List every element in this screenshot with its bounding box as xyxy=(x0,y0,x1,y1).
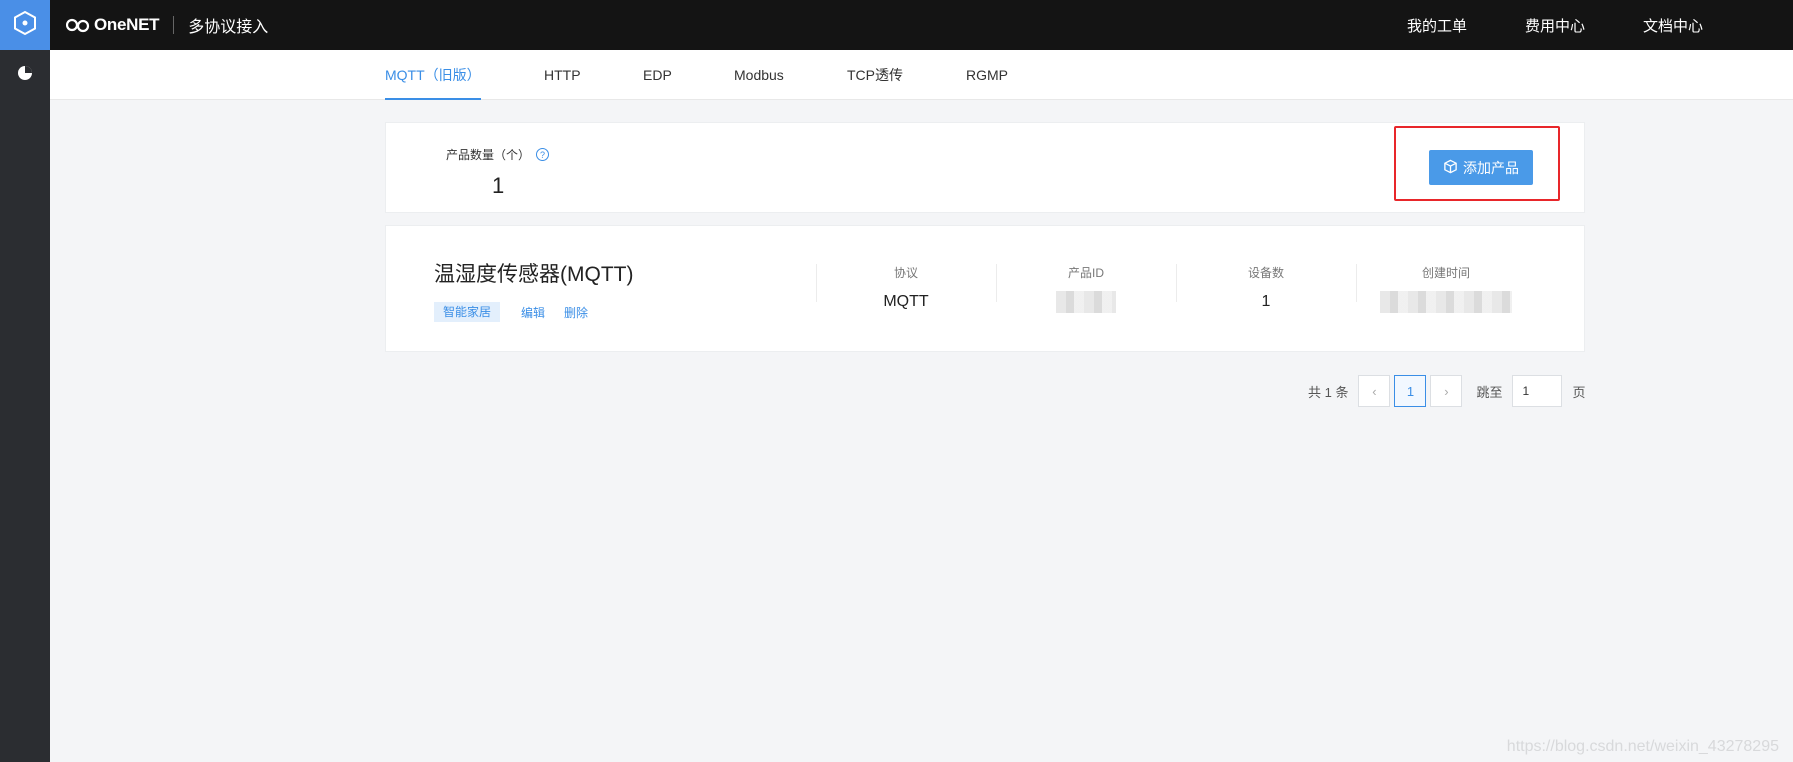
top-nav-tickets[interactable]: 我的工单 xyxy=(1407,15,1467,36)
total-count: 共 1 条 xyxy=(1308,384,1349,400)
top-nav-docs[interactable]: 文档中心 xyxy=(1643,15,1703,36)
question-icon[interactable]: ? xyxy=(536,148,550,161)
prev-page-button[interactable]: ‹ xyxy=(1358,375,1391,407)
delete-link[interactable]: 删除 xyxy=(564,304,588,321)
product-id-column: 产品ID xyxy=(996,264,1176,313)
rail-logo[interactable] xyxy=(0,0,50,50)
tab-edp[interactable]: EDP xyxy=(643,50,672,100)
product-count: 1 xyxy=(492,173,505,198)
device-count-value: 1 xyxy=(1261,293,1271,310)
device-count-column: 设备数 1 xyxy=(1176,264,1356,310)
watermark: https://blog.csdn.net/weixin_43278295 xyxy=(1506,738,1779,755)
product-count-label: 产品数量（个） xyxy=(446,148,531,162)
product-id-value-redacted xyxy=(996,281,1176,318)
product-card: 温湿度传感器(MQTT) 智能家居 编辑 删除 协议 MQTT 产品ID 设备数… xyxy=(385,225,1585,352)
product-category-tag: 智能家居 xyxy=(434,302,501,322)
jump-page-input[interactable] xyxy=(1512,375,1563,407)
jump-to-label: 跳至 xyxy=(1476,384,1503,400)
brand: OneNET 多协议接入 xyxy=(66,0,268,50)
tab-mqtt-legacy[interactable]: MQTT（旧版） xyxy=(385,50,481,100)
product-count-label-row: 产品数量（个） ? xyxy=(446,146,550,163)
hexagon-icon xyxy=(12,10,38,41)
pie-chart-icon xyxy=(16,64,34,87)
created-time-label: 创建时间 xyxy=(1421,266,1470,280)
protocol-tabs: MQTT（旧版） HTTP EDP Modbus TCP透传 RGMP xyxy=(50,50,1793,100)
page-unit-label: 页 xyxy=(1572,384,1586,400)
brand-name[interactable]: OneNET xyxy=(94,15,160,35)
pagination: 共 1 条 ‹ 1 › 跳至 页 xyxy=(1308,375,1586,407)
product-summary-card: 产品数量（个） ? 1 添加产品 xyxy=(385,122,1585,213)
next-page-button[interactable]: › xyxy=(1430,375,1463,407)
brand-title: 多协议接入 xyxy=(188,19,269,36)
product-id-label: 产品ID xyxy=(1067,266,1104,280)
left-rail xyxy=(0,0,50,762)
brand-divider xyxy=(173,16,175,34)
add-product-button[interactable]: 添加产品 xyxy=(1429,150,1533,185)
edit-link[interactable]: 编辑 xyxy=(521,304,545,321)
tab-http[interactable]: HTTP xyxy=(544,50,581,100)
device-count-label: 设备数 xyxy=(1247,266,1284,280)
rail-item-overview[interactable] xyxy=(13,63,37,87)
protocol-column: 协议 MQTT xyxy=(816,264,996,310)
created-time-column: 创建时间 xyxy=(1356,264,1536,313)
page-1-button[interactable]: 1 xyxy=(1394,375,1427,407)
top-nav-billing[interactable]: 费用中心 xyxy=(1525,15,1585,36)
tab-tcp-passthrough[interactable]: TCP透传 xyxy=(847,50,903,100)
add-product-label: 添加产品 xyxy=(1463,159,1519,176)
protocol-label: 协议 xyxy=(893,266,918,280)
tab-modbus[interactable]: Modbus xyxy=(734,50,784,100)
cube-icon xyxy=(1443,159,1463,177)
product-name[interactable]: 温湿度传感器(MQTT) xyxy=(434,258,633,288)
top-bar: OneNET 多协议接入 我的工单 费用中心 文档中心 xyxy=(50,0,1793,50)
protocol-value: MQTT xyxy=(883,293,929,310)
created-time-value-redacted xyxy=(1356,281,1536,318)
onenet-logo-icon[interactable] xyxy=(66,17,90,33)
top-nav: 我的工单 费用中心 文档中心 xyxy=(1407,0,1793,50)
tab-rgmp[interactable]: RGMP xyxy=(966,50,1008,100)
